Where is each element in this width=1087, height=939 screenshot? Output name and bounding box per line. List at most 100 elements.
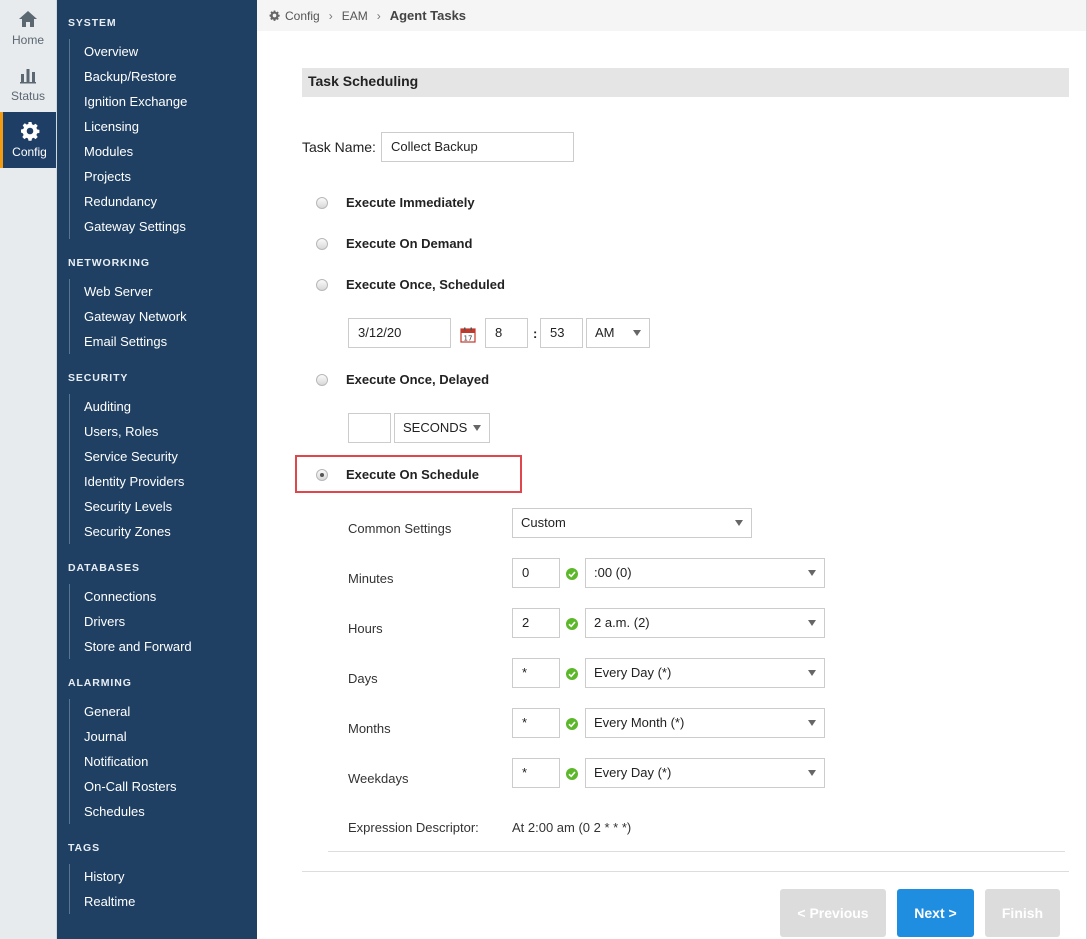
weekdays-select[interactable]: Every Day (*) xyxy=(585,758,825,788)
common-settings-label: Common Settings xyxy=(348,521,452,536)
nav-section-heading: ALARMING xyxy=(68,677,132,689)
caret-down-icon xyxy=(808,720,816,726)
nav-item-general[interactable]: General xyxy=(70,699,257,724)
days-input[interactable]: * xyxy=(512,658,560,688)
nav-item-journal[interactable]: Journal xyxy=(70,724,257,749)
radio-execute-immediately[interactable] xyxy=(316,196,328,209)
caret-down-icon xyxy=(808,770,816,776)
months-select[interactable]: Every Month (*) xyxy=(585,708,825,738)
select-value: Every Day (*) xyxy=(594,765,672,780)
nav-list: General Journal Notification On-Call Roster… xyxy=(69,699,257,824)
svg-text:17: 17 xyxy=(464,335,473,343)
divider xyxy=(302,871,1069,872)
nav-item-realtime[interactable]: Realtime xyxy=(70,889,257,914)
nav-section-heading: TAGS xyxy=(68,842,100,854)
nav-section-heading: NETWORKING xyxy=(68,257,150,269)
task-name-label: Task Name: xyxy=(302,139,376,155)
nav-item-licensing[interactable]: Licensing xyxy=(70,114,257,139)
minutes-select[interactable]: :00 (0) xyxy=(585,558,825,588)
rail-status[interactable]: Status xyxy=(0,56,56,112)
select-value: AM xyxy=(595,325,615,340)
scheduled-hour-input[interactable]: 8 xyxy=(485,318,528,348)
divider xyxy=(328,851,1065,852)
radio-execute-on-demand[interactable] xyxy=(316,237,328,250)
valid-check-icon xyxy=(566,768,578,780)
minutes-input[interactable]: 0 xyxy=(512,558,560,588)
task-name-input[interactable]: Collect Backup xyxy=(381,132,574,162)
rail-home[interactable]: Home xyxy=(0,0,56,56)
nav-item-history[interactable]: History xyxy=(70,864,257,889)
option-execute-immediately[interactable]: Execute Immediately xyxy=(316,195,475,210)
nav-section-heading: DATABASES xyxy=(68,562,140,574)
months-label: Months xyxy=(348,721,391,736)
delay-unit-select[interactable]: SECONDS xyxy=(394,413,490,443)
nav-section-heading: SYSTEM xyxy=(68,17,117,29)
nav-section-alarming: ALARMING General Journal Notification On-Cal… xyxy=(57,677,257,824)
option-execute-on-demand[interactable]: Execute On Demand xyxy=(316,236,472,251)
nav-item-redundancy[interactable]: Redundancy xyxy=(70,189,257,214)
nav-item-ignition-exchange[interactable]: Ignition Exchange xyxy=(70,89,257,114)
option-label: Execute Once, Delayed xyxy=(346,372,490,387)
hours-select[interactable]: 2 a.m. (2) xyxy=(585,608,825,638)
radio-execute-once-scheduled[interactable] xyxy=(316,278,328,291)
nav-section-networking: NETWORKING Web Server Gateway Network Email… xyxy=(57,257,257,354)
valid-check-icon xyxy=(566,568,578,580)
rail-status-label: Status xyxy=(10,89,46,103)
caret-down-icon xyxy=(808,620,816,626)
nav-item-notification[interactable]: Notification xyxy=(70,749,257,774)
option-execute-once-delayed[interactable]: Execute Once, Delayed xyxy=(316,372,489,387)
days-select[interactable]: Every Day (*) xyxy=(585,658,825,688)
scheduled-date-input[interactable]: 3/12/20 xyxy=(348,318,451,348)
nav-item-gateway-network[interactable]: Gateway Network xyxy=(70,304,257,329)
nav-item-backup-restore[interactable]: Backup/Restore xyxy=(70,64,257,89)
nav-item-service-security[interactable]: Service Security xyxy=(70,444,257,469)
nav-item-projects[interactable]: Projects xyxy=(70,164,257,189)
nav-item-identity-providers[interactable]: Identity Providers xyxy=(70,469,257,494)
weekdays-input[interactable]: * xyxy=(512,758,560,788)
option-label: Execute On Demand xyxy=(346,236,473,251)
previous-button[interactable]: < Previous xyxy=(780,889,886,937)
nav-list: Web Server Gateway Network Email Settings xyxy=(69,279,257,354)
valid-check-icon xyxy=(566,668,578,680)
nav-item-security-levels[interactable]: Security Levels xyxy=(70,494,257,519)
select-value: SECONDS xyxy=(403,420,468,435)
calendar-icon[interactable]: 17 xyxy=(460,327,476,343)
option-label: Execute On Schedule xyxy=(346,467,479,482)
option-execute-on-schedule[interactable]: Execute On Schedule xyxy=(316,467,479,482)
scheduled-minute-input[interactable]: 53 xyxy=(540,318,583,348)
hours-input[interactable]: 2 xyxy=(512,608,560,638)
breadcrumb-eam[interactable]: EAM xyxy=(342,9,368,23)
nav-item-users-roles[interactable]: Users, Roles xyxy=(70,419,257,444)
select-value: Custom xyxy=(521,515,566,530)
nav-item-overview[interactable]: Overview xyxy=(70,39,257,64)
scheduled-ampm-select[interactable]: AM xyxy=(586,318,650,348)
nav-item-security-zones[interactable]: Security Zones xyxy=(70,519,257,544)
nav-item-drivers[interactable]: Drivers xyxy=(70,609,257,634)
delay-value-input[interactable] xyxy=(348,413,391,443)
nav-item-modules[interactable]: Modules xyxy=(70,139,257,164)
nav-item-schedules[interactable]: Schedules xyxy=(70,799,257,824)
option-label: Execute Once, Scheduled xyxy=(346,277,505,292)
next-button[interactable]: Next > xyxy=(897,889,974,937)
caret-down-icon xyxy=(473,425,481,431)
radio-execute-once-delayed[interactable] xyxy=(316,373,328,386)
nav-item-web-server[interactable]: Web Server xyxy=(70,279,257,304)
option-execute-once-scheduled[interactable]: Execute Once, Scheduled xyxy=(316,277,505,292)
select-value: 2 a.m. (2) xyxy=(594,615,650,630)
nav-section-security: SECURITY Auditing Users, Roles Service Secu… xyxy=(57,372,257,544)
nav-section-system: SYSTEM Overview Backup/Restore Ignition Exc… xyxy=(57,17,257,239)
nav-item-email-settings[interactable]: Email Settings xyxy=(70,329,257,354)
radio-execute-on-schedule[interactable] xyxy=(316,468,328,481)
rail-config[interactable]: Config xyxy=(0,112,56,168)
months-input[interactable]: * xyxy=(512,708,560,738)
nav-item-auditing[interactable]: Auditing xyxy=(70,394,257,419)
breadcrumb-config[interactable]: Config xyxy=(285,9,320,23)
nav-item-connections[interactable]: Connections xyxy=(70,584,257,609)
nav-item-gateway-settings[interactable]: Gateway Settings xyxy=(70,214,257,239)
nav-item-store-and-forward[interactable]: Store and Forward xyxy=(70,634,257,659)
finish-button[interactable]: Finish xyxy=(985,889,1060,937)
panel-title: Task Scheduling xyxy=(302,68,1069,97)
nav-item-on-call-rosters[interactable]: On-Call Rosters xyxy=(70,774,257,799)
icon-rail: Home Status Config xyxy=(0,0,57,939)
common-settings-select[interactable]: Custom xyxy=(512,508,752,538)
